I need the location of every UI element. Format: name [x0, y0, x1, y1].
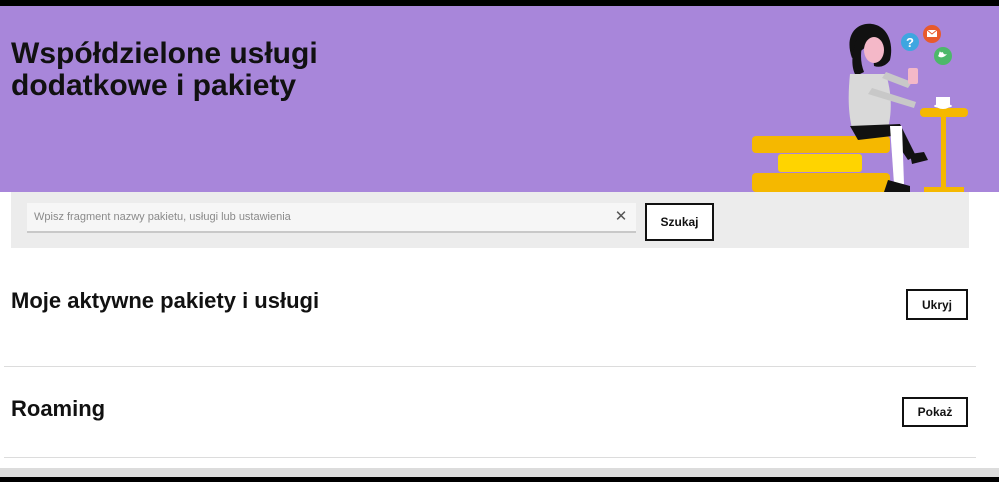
svg-text:?: ?: [906, 35, 914, 50]
search-bar: ✕ Szukaj: [11, 192, 969, 248]
section-divider: [4, 457, 976, 458]
show-button[interactable]: Pokaż: [902, 397, 968, 427]
search-field-container: ✕: [27, 203, 636, 233]
woman-on-cushions-illustration: ?: [752, 23, 968, 192]
section-title-active-packages: Moje aktywne pakiety i usługi: [11, 288, 320, 313]
active-packages-section: Moje aktywne pakiety i usługi Ukryj: [4, 249, 976, 366]
section-title-roaming: Roaming: [11, 396, 106, 421]
close-icon[interactable]: ✕: [612, 208, 630, 226]
hero-banner: Współdzielone usługi dodatkowe i pakiety…: [0, 6, 999, 192]
hide-button[interactable]: Ukryj: [906, 289, 968, 320]
roaming-section: Roaming Pokaż: [4, 367, 976, 457]
bottom-border: [0, 477, 999, 482]
search-button[interactable]: Szukaj: [645, 203, 714, 241]
search-input[interactable]: [27, 203, 607, 231]
page-title: Współdzielone usługi dodatkowe i pakiety: [11, 37, 318, 102]
bottom-strip: [0, 468, 999, 477]
